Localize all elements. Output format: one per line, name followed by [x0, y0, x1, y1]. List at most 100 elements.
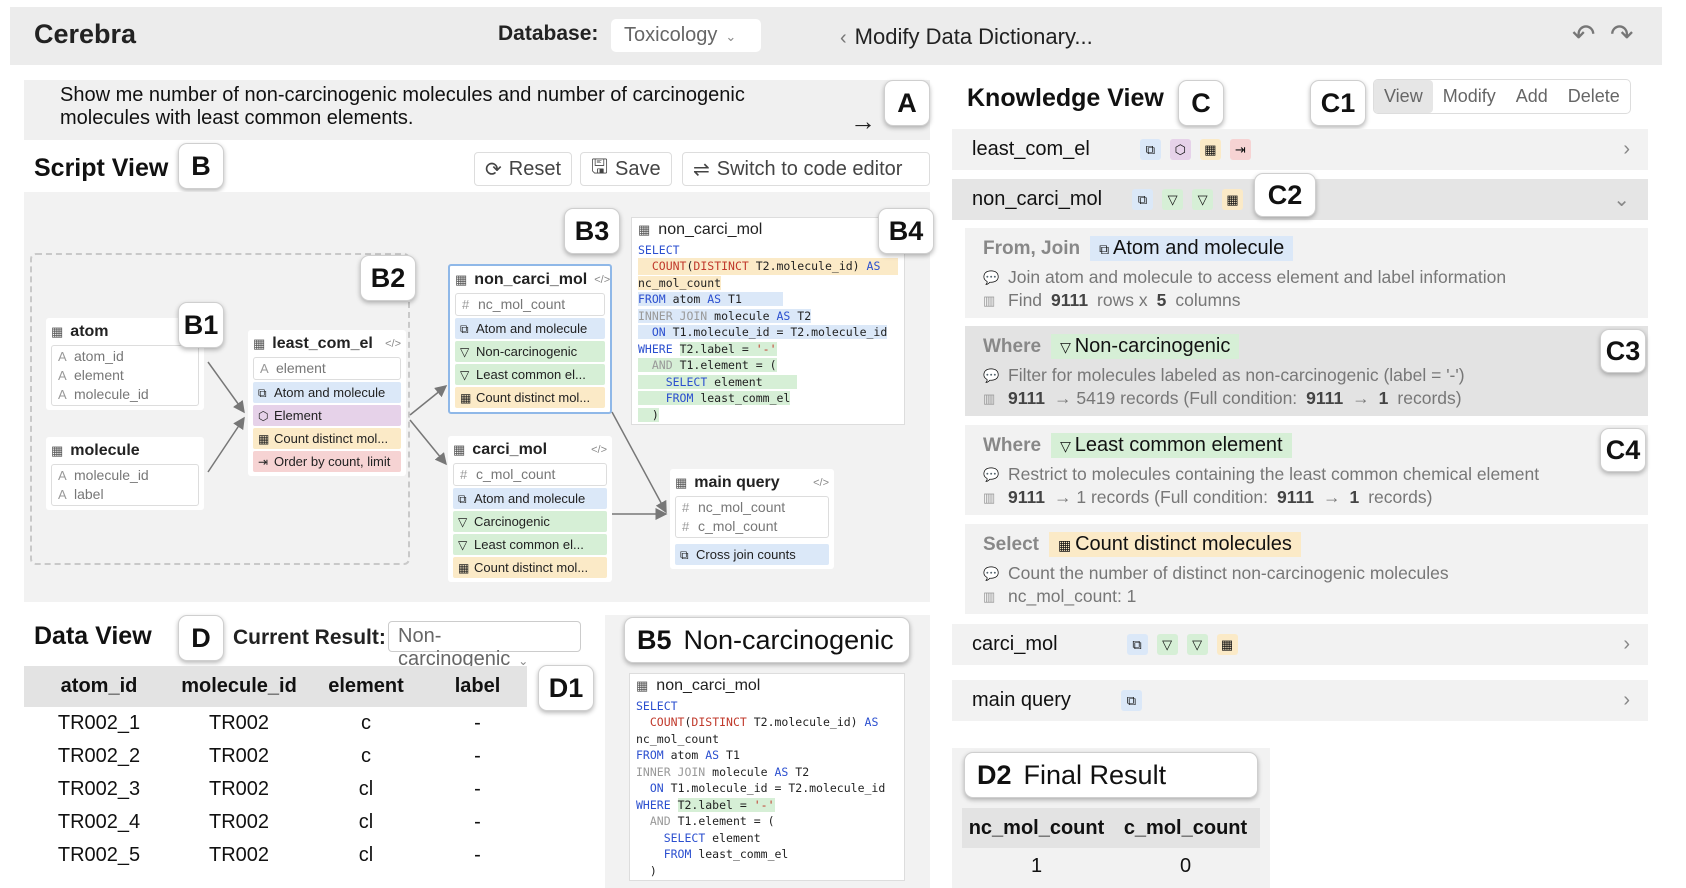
filter-icon: ▽: [1192, 189, 1214, 210]
top-bar: [10, 7, 1662, 65]
column-header[interactable]: molecule_id: [174, 675, 304, 698]
table-cell: TR002_3: [57, 778, 141, 800]
sql-line: nc_mol_count: [638, 275, 722, 290]
knowledge-row-label: main query: [972, 689, 1071, 711]
chevron-right-icon[interactable]: ›: [1623, 138, 1630, 161]
node-least-com-el[interactable]: ▦ least_com_el </> Aelement ⧉ Atom and mole…: [248, 330, 406, 476]
node-molecule[interactable]: ▦ molecule Amolecule_id Alabel: [46, 437, 204, 510]
step-label: Least common el...: [474, 537, 584, 552]
step-description: Join atom and molecule to access element…: [1008, 267, 1507, 287]
step-chip[interactable]: ▽ Least common el...: [453, 534, 607, 555]
step-chip[interactable]: ▽ Least common el...: [455, 364, 605, 385]
knowledge-row-carci-mol[interactable]: carci_mol ⧉ ▽ ▽ ▦ ›: [952, 624, 1648, 665]
comment-icon: 💬: [983, 565, 1000, 581]
field-row: Amolecule_id: [58, 385, 192, 404]
table-row: TR002_4 TR002 cl -: [24, 806, 527, 839]
step-detail-where-noncarcinogenic[interactable]: Where ▽ Non-carcinogenic 💬 Filter for mole…: [962, 326, 1648, 416]
badge-d: D: [178, 615, 224, 661]
sql-line: WHERE T2.label = '-': [638, 341, 777, 356]
column-header[interactable]: element: [304, 675, 428, 698]
table-cell: TR002_5: [57, 844, 141, 866]
step-chip[interactable]: ⧉ Atom and molecule: [453, 488, 607, 509]
node-non-carci-mol[interactable]: ▦ non_carci_mol </> # nc_mol_count ⧉ Atom an…: [448, 264, 612, 414]
sql-popup-b5[interactable]: ▦ non_carci_mol SELECT COUNT(DISTINCT T2.…: [629, 673, 905, 881]
step-chip[interactable]: ▽ Non-carcinogenic: [455, 341, 605, 362]
column-header[interactable]: label: [428, 675, 527, 698]
table-icon: ▦: [455, 272, 468, 287]
tab-view[interactable]: View: [1374, 80, 1433, 113]
step-chip[interactable]: ▦ Count distinct mol...: [453, 557, 607, 578]
node-main-query-title: main query: [694, 474, 780, 491]
step-description: Restrict to molecules containing the lea…: [1008, 464, 1540, 484]
chevron-right-icon[interactable]: ›: [1623, 633, 1630, 656]
switch-code-editor-button[interactable]: ⇌ Switch to code editor: [682, 152, 930, 186]
field-name: molecule_id: [74, 386, 149, 402]
table-cell: TR002_4: [57, 811, 141, 833]
badge-b4: B4: [878, 208, 934, 254]
code-icon[interactable]: </>: [594, 274, 610, 286]
badge-b5-label: B5: [637, 624, 672, 655]
field-row: # nc_mol_count: [462, 295, 598, 314]
sql-line: SELECT: [638, 242, 680, 257]
grid-icon: ▦: [1057, 537, 1076, 553]
step-chip[interactable]: ▽ Carcinogenic: [453, 511, 607, 532]
code-icon[interactable]: </>: [813, 477, 829, 489]
step-chip[interactable]: ⇥ Order by count, limit: [253, 451, 401, 472]
modify-data-dictionary-link[interactable]: ‹ Modify Data Dictionary...: [840, 24, 1093, 50]
step-chip[interactable]: ⧉ Cross join counts: [675, 544, 829, 565]
node-carci-mol[interactable]: ▦ carci_mol </> # c_mol_count ⧉ Atom and mol…: [448, 436, 612, 582]
b5-title: Non-carcinogenic: [683, 624, 894, 655]
join-icon: ⧉: [1139, 139, 1161, 160]
sql-line: COUNT(DISTINCT T2.molecule_id) AS: [638, 258, 898, 275]
chevron-down-icon[interactable]: ⌄: [1613, 187, 1630, 212]
step-label: Cross join counts: [696, 547, 796, 562]
stat-value: 5: [1156, 290, 1167, 310]
script-view-title: Script View: [34, 154, 169, 182]
table-cell: -: [474, 811, 481, 833]
tab-delete[interactable]: Delete: [1558, 80, 1630, 113]
knowledge-row-least-com-el[interactable]: least_com_el ⧉ ⬡ ▦ ⇥ ›: [952, 129, 1648, 170]
step-detail-join[interactable]: From, Join ⧉ Atom and molecule 💬 Join atom…: [962, 228, 1648, 318]
step-chip[interactable]: ▦ Count distinct mol...: [455, 387, 605, 408]
tab-add[interactable]: Add: [1506, 80, 1558, 113]
undo-icon[interactable]: ↶: [1572, 18, 1595, 51]
switch-label: Switch to code editor: [716, 157, 903, 180]
filter-icon: ▽: [1162, 189, 1184, 210]
query-text: Show me number of non-carcinogenic molec…: [60, 84, 745, 129]
reset-button[interactable]: ⟳ Reset: [474, 152, 573, 186]
knowledge-row-label: carci_mol: [972, 633, 1058, 655]
code-icon[interactable]: </>: [385, 338, 401, 350]
database-select[interactable]: Toxicology ⌄: [611, 19, 761, 52]
filter-icon: ▽: [1156, 634, 1178, 655]
modify-dd-label: Modify Data Dictionary...: [854, 24, 1093, 49]
table-icon: ▦: [675, 475, 688, 490]
code-icon[interactable]: </>: [591, 444, 607, 456]
step-label: Atom and molecule: [474, 491, 586, 506]
step-chip[interactable]: ⬡ Element: [253, 405, 401, 426]
step-detail-where-least-common[interactable]: Where ▽ Least common element 💬 Restrict to…: [962, 425, 1648, 515]
submit-arrow-icon[interactable]: →: [850, 106, 876, 137]
comment-icon: 💬: [983, 367, 1000, 383]
redo-icon[interactable]: ↷: [1610, 18, 1633, 51]
node-main-query[interactable]: ▦ main query </> # nc_mol_count # c_mol_coun…: [670, 469, 834, 569]
tab-modify[interactable]: Modify: [1433, 80, 1506, 113]
step-chip[interactable]: ▦ Count distinct mol...: [253, 428, 401, 449]
step-kind: From, Join: [983, 237, 1081, 259]
table-row: TR002_5 TR002 cl -: [24, 839, 527, 872]
stat-text: columns: [1175, 290, 1241, 310]
save-button[interactable]: 🖫 Save: [580, 152, 672, 186]
step-chip[interactable]: ⧉ Atom and molecule: [455, 318, 605, 339]
step-chip[interactable]: ⧉ Atom and molecule: [253, 382, 401, 403]
database-value: Toxicology: [624, 24, 718, 46]
step-detail-select[interactable]: Select ▦ Count distinct molecules 💬 Count …: [962, 524, 1648, 614]
table-row: 1 0: [962, 848, 1260, 884]
chevron-right-icon[interactable]: ›: [1623, 689, 1630, 712]
sql-popup-b4[interactable]: ▦ non_carci_mol SELECT COUNT(DISTINCT T2.…: [631, 217, 905, 425]
number-type-icon: #: [682, 519, 690, 534]
chevron-down-icon: ⌄: [725, 29, 737, 44]
column-header[interactable]: atom_id: [24, 675, 174, 698]
step-label: Count distinct mol...: [274, 431, 389, 446]
knowledge-row-main-query[interactable]: main query ⧉ ›: [952, 680, 1648, 721]
sql-line: FROM least_comm_el: [638, 390, 898, 407]
current-result-select[interactable]: Non-carcinogenic ⌄: [388, 621, 581, 670]
